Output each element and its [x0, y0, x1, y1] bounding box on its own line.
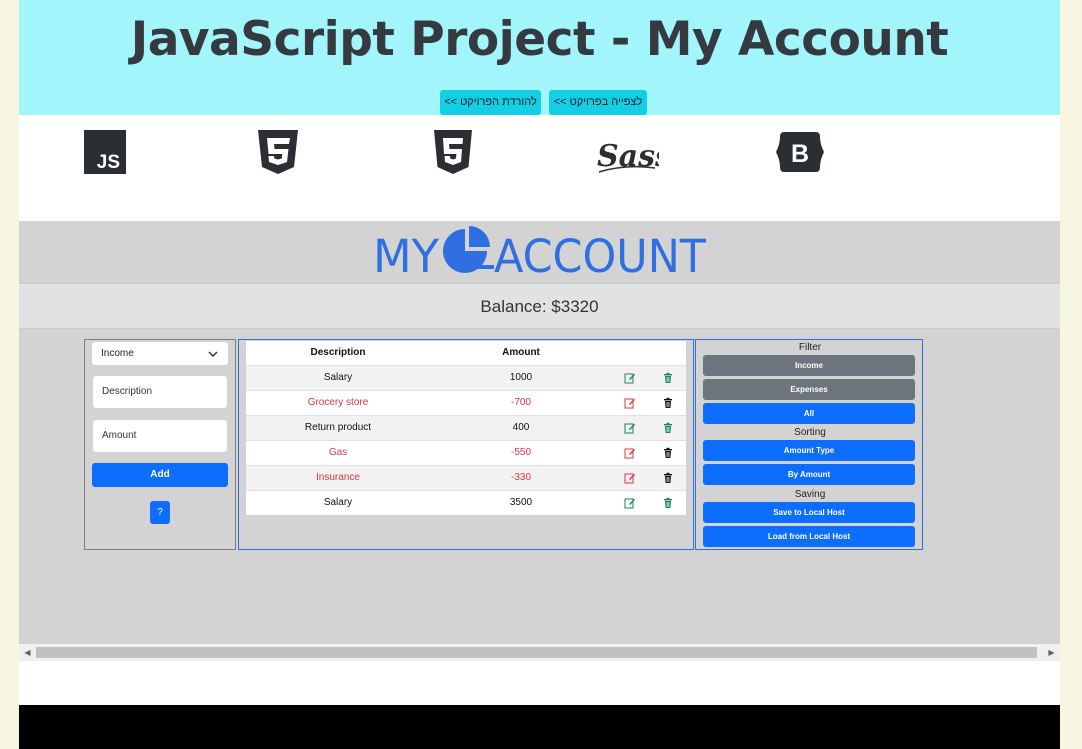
filter-income-button[interactable]: Income [703, 355, 915, 376]
row-amount: -330 [510, 472, 531, 483]
description-input[interactable]: Description [92, 375, 228, 409]
edit-icon[interactable] [620, 441, 640, 459]
row-description: Gas [328, 447, 348, 458]
sort-amount-type-button[interactable]: Amount Type [703, 440, 915, 461]
edit-icon[interactable] [620, 366, 640, 384]
sass-icon: Sass [595, 130, 659, 176]
scrollbar-thumb[interactable] [36, 647, 1037, 658]
add-button[interactable]: Add [92, 463, 228, 487]
html5-icon [433, 130, 473, 176]
edit-icon[interactable] [620, 491, 640, 509]
table-row: Grocery store -700 [246, 390, 686, 415]
trash-icon[interactable] [658, 466, 678, 484]
table-row: Salary 3500 [246, 490, 686, 515]
header-amount: Amount [502, 347, 540, 358]
trash-icon[interactable] [658, 416, 678, 434]
add-transaction-form: Income Description Amount Add ? [84, 339, 236, 550]
download-project-button[interactable]: להורדת הפרויקט >> [440, 90, 541, 115]
footer [19, 705, 1060, 749]
load-local-button[interactable]: Load from Local Host [703, 526, 915, 547]
row-description: Grocery store [307, 397, 369, 408]
table-row: Salary 1000 [246, 365, 686, 390]
trash-icon[interactable] [658, 441, 678, 459]
javascript-icon: JS [84, 130, 126, 176]
row-amount: 1000 [509, 372, 533, 383]
sorting-label: Sorting [794, 427, 826, 438]
view-project-button[interactable]: לצפייה בפרויקט >> [549, 90, 647, 115]
row-description: Salary [323, 497, 353, 508]
chevron-down-icon [207, 346, 219, 369]
edit-icon[interactable] [620, 391, 640, 409]
account-app: MY ACCOUNT Balance: $3320 Income Descrip… [19, 221, 1060, 644]
svg-text:JS: JS [97, 152, 120, 173]
trash-icon[interactable] [658, 491, 678, 509]
edit-icon[interactable] [620, 416, 640, 434]
sort-by-amount-button[interactable]: By Amount [703, 464, 915, 485]
row-amount: 400 [512, 422, 530, 433]
row-description: Return product [304, 422, 372, 433]
brand-text-my: MY [373, 230, 439, 283]
saving-label: Saving [794, 489, 826, 500]
row-amount: -700 [510, 397, 531, 408]
amount-input[interactable]: Amount [92, 419, 228, 453]
app-brand: MY ACCOUNT [19, 221, 1060, 283]
svg-text:B: B [791, 140, 809, 168]
filter-expenses-button[interactable]: Expenses [703, 379, 915, 400]
table-row: Insurance -330 [246, 465, 686, 490]
trash-icon[interactable] [658, 391, 678, 409]
transactions-table-panel: Description Amount Salary 1000 Grocery sto… [238, 339, 694, 550]
balance-display: Balance: $3320 [19, 283, 1060, 329]
row-amount: 3500 [509, 497, 533, 508]
brand-text-account: ACCOUNT [494, 230, 706, 283]
scroll-right-icon[interactable]: ▶ [1043, 644, 1060, 661]
filter-all-button[interactable]: All [703, 403, 915, 424]
scroll-left-icon[interactable]: ◀ [19, 644, 36, 661]
type-select-value: Income [101, 348, 134, 359]
filter-label: Filter [798, 342, 822, 353]
row-description: Insurance [316, 472, 360, 483]
pie-chart-icon [443, 226, 494, 273]
row-amount: -550 [510, 447, 531, 458]
table-header: Description Amount [246, 341, 686, 365]
css3-icon [256, 130, 300, 176]
transactions-table: Description Amount Salary 1000 Grocery sto… [246, 341, 686, 515]
header-banner: JavaScript Project - My Account להורדת ה… [19, 0, 1060, 115]
horizontal-scrollbar[interactable]: ◀ ▶ [19, 644, 1060, 661]
save-local-button[interactable]: Save to Local Host [703, 502, 915, 523]
trash-icon[interactable] [658, 366, 678, 384]
table-row: Return product 400 [246, 415, 686, 440]
controls-panel: Filter Income Expenses All Sorting Amoun… [695, 339, 923, 550]
page: JavaScript Project - My Account להורדת ה… [19, 0, 1060, 749]
edit-icon[interactable] [620, 466, 640, 484]
row-description: Salary [323, 372, 353, 383]
type-select[interactable]: Income [92, 342, 228, 365]
bootstrap-icon: B [774, 130, 826, 176]
header-description: Description [310, 347, 366, 358]
help-button[interactable]: ? [150, 501, 170, 524]
table-row: Gas -550 [246, 440, 686, 465]
page-title: JavaScript Project - My Account [130, 12, 949, 67]
svg-text:Sass: Sass [597, 139, 659, 174]
